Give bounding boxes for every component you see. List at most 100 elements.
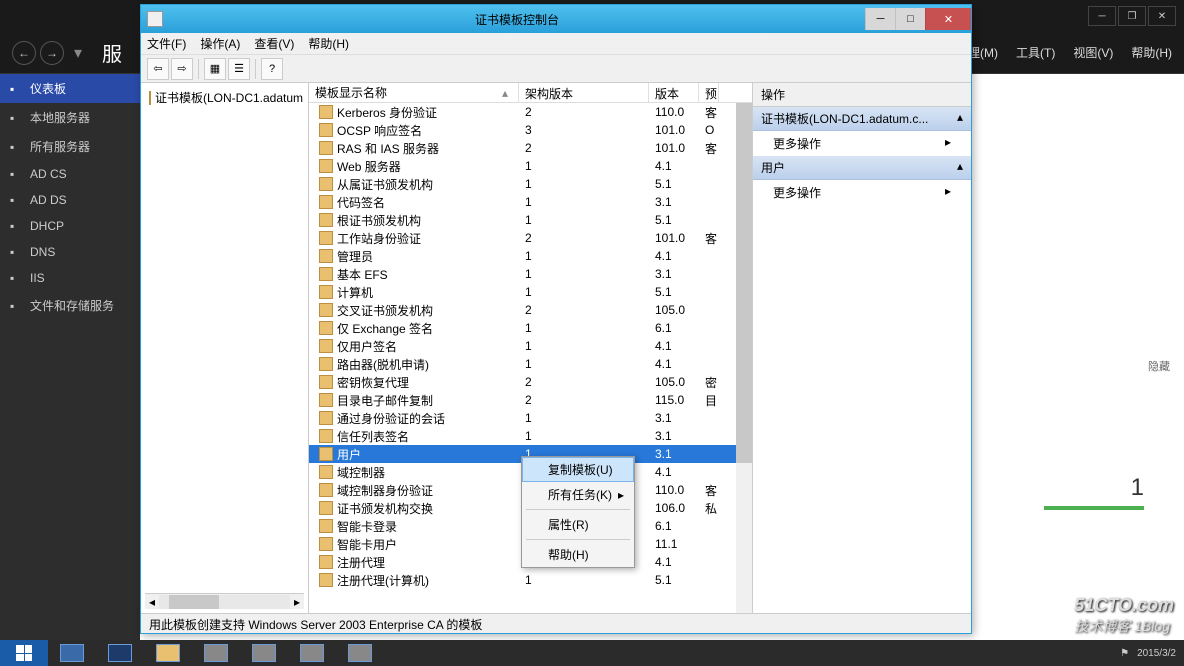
sidebar-item[interactable]: ▪仪表板 [0,74,140,103]
sidebar-item[interactable]: ▪文件和存储服务 [0,291,140,320]
bg-menu-view[interactable]: 视图(V) [1073,44,1113,61]
template-ver: 3.1 [649,429,699,443]
template-row[interactable]: 管理员14.1 [309,247,752,265]
sidebar-item[interactable]: ▪DNS [0,239,140,265]
template-row[interactable]: 密钥恢复代理2105.0密 [309,373,752,391]
sidebar-item[interactable]: ▪AD DS [0,187,140,213]
template-intended: 私 [699,500,719,517]
template-icon [319,303,333,317]
nav-back-icon[interactable]: ← [12,41,36,65]
template-row[interactable]: 从属证书颁发机构15.1 [309,175,752,193]
bg-close-button[interactable]: ✕ [1148,6,1176,26]
tool-list-icon[interactable]: ☰ [228,58,250,80]
mmc-menu-action[interactable]: 操作(A) [200,35,240,52]
template-row[interactable]: 仅用户签名14.1 [309,337,752,355]
bg-min-button[interactable]: ─ [1088,6,1116,26]
mmc-statusbar: 用此模板创建支持 Windows Server 2003 Enterprise … [141,613,971,633]
template-row[interactable]: RAS 和 IAS 服务器2101.0客 [309,139,752,157]
template-row[interactable]: 工作站身份验证2101.0客 [309,229,752,247]
ctx-properties[interactable]: 属性(R) [522,512,634,537]
template-row[interactable]: Web 服务器14.1 [309,157,752,175]
col-ver[interactable]: 版本 [649,83,699,102]
sidebar-item[interactable]: ▪IIS [0,265,140,291]
template-ver: 4.1 [649,159,699,173]
mmc-menu-file[interactable]: 文件(F) [147,35,186,52]
template-row[interactable]: 基本 EFS13.1 [309,265,752,283]
template-row[interactable]: 信任列表签名13.1 [309,427,752,445]
template-row[interactable]: 仅 Exchange 签名16.1 [309,319,752,337]
template-arch: 1 [519,195,649,209]
ctx-help[interactable]: 帮助(H) [522,542,634,567]
template-icon [319,519,333,533]
template-row[interactable]: 交叉证书颁发机构2105.0 [309,301,752,319]
template-ver: 110.0 [649,483,699,497]
ctx-duplicate-template[interactable]: 复制模板(U) [522,457,634,482]
template-row[interactable]: 目录电子邮件复制2115.0目 [309,391,752,409]
template-row[interactable]: 通过身份验证的会话13.1 [309,409,752,427]
list-header[interactable]: 模板显示名称▴ 架构版本 版本 预 [309,83,752,103]
ctx-all-tasks[interactable]: 所有任务(K)▸ [522,482,634,507]
sidebar-item[interactable]: ▪所有服务器 [0,132,140,161]
col-intended[interactable]: 预 [699,83,719,102]
tool-back-icon[interactable]: ⇦ [147,58,169,80]
sidebar-item[interactable]: ▪AD CS [0,161,140,187]
actions-more-1[interactable]: 更多操作▸ [753,131,971,156]
mmc-menubar: 文件(F) 操作(A) 查看(V) 帮助(H) [141,33,971,55]
start-button[interactable] [0,640,48,666]
template-arch: 2 [519,375,649,389]
bg-menu-help[interactable]: 帮助(H) [1131,44,1172,61]
sidebar-item[interactable]: ▪本地服务器 [0,103,140,132]
template-icon [319,177,333,191]
template-icon [319,231,333,245]
taskbar-explorer[interactable] [144,640,192,666]
hide-label[interactable]: 隐藏 [1148,358,1170,374]
taskbar-app3[interactable] [288,640,336,666]
template-name: 工作站身份验证 [337,230,421,247]
sidebar-item[interactable]: ▪DHCP [0,213,140,239]
mmc-tree[interactable]: 证书模板(LON-DC1.adatum.cc ◂ ▸ [141,83,309,613]
template-row[interactable]: Kerberos 身份验证2110.0客 [309,103,752,121]
nav-fwd-icon[interactable]: → [40,41,64,65]
mmc-menu-help[interactable]: 帮助(H) [308,35,349,52]
template-row[interactable]: 根证书颁发机构15.1 [309,211,752,229]
tree-node-cert-templates[interactable]: 证书模板(LON-DC1.adatum.cc [145,87,304,108]
bg-menu-tools[interactable]: 工具(T) [1016,44,1055,61]
bg-max-button[interactable]: ❐ [1118,6,1146,26]
system-tray[interactable]: ⚑ 2015/3/2 [1112,640,1184,666]
mmc-menu-view[interactable]: 查看(V) [254,35,294,52]
actions-section-user[interactable]: 用户▴ [753,156,971,180]
mmc-titlebar[interactable]: 证书模板控制台 ─ □ ✕ [141,5,971,33]
template-row[interactable]: 计算机15.1 [309,283,752,301]
template-name: 信任列表签名 [337,428,409,445]
template-row[interactable]: OCSP 响应签名3101.0O [309,121,752,139]
template-ver: 4.1 [649,249,699,263]
list-vscroll[interactable] [736,103,752,613]
taskbar-server-manager[interactable] [48,640,96,666]
taskbar-powershell[interactable] [96,640,144,666]
tool-fwd-icon[interactable]: ⇨ [171,58,193,80]
mmc-max-button[interactable]: □ [895,8,925,30]
template-row[interactable]: 注册代理(计算机)15.1 [309,571,752,589]
col-name[interactable]: 模板显示名称▴ [309,83,519,102]
tray-flag-icon[interactable]: ⚑ [1120,648,1129,659]
actions-section-templates[interactable]: 证书模板(LON-DC1.adatum.c...▴ [753,107,971,131]
context-menu: 复制模板(U) 所有任务(K)▸ 属性(R) 帮助(H) [521,456,635,568]
taskbar-app2[interactable] [240,640,288,666]
tree-hscroll[interactable]: ◂ ▸ [145,593,304,609]
mmc-min-button[interactable]: ─ [865,8,895,30]
template-name: 证书颁发机构交换 [337,500,433,517]
mmc-close-button[interactable]: ✕ [925,8,971,30]
template-icon [319,429,333,443]
template-icon [319,555,333,569]
submenu-arrow-icon: ▸ [618,488,624,502]
taskbar-app1[interactable] [192,640,240,666]
actions-more-2[interactable]: 更多操作▸ [753,180,971,205]
template-row[interactable]: 代码签名13.1 [309,193,752,211]
col-arch[interactable]: 架构版本 [519,83,649,102]
tool-folder-icon[interactable]: ▦ [204,58,226,80]
template-ver: 101.0 [649,231,699,245]
taskbar-app4[interactable] [336,640,384,666]
template-row[interactable]: 路由器(脱机申请)14.1 [309,355,752,373]
tool-help-icon[interactable]: ? [261,58,283,80]
mmc-app-icon [147,11,163,27]
